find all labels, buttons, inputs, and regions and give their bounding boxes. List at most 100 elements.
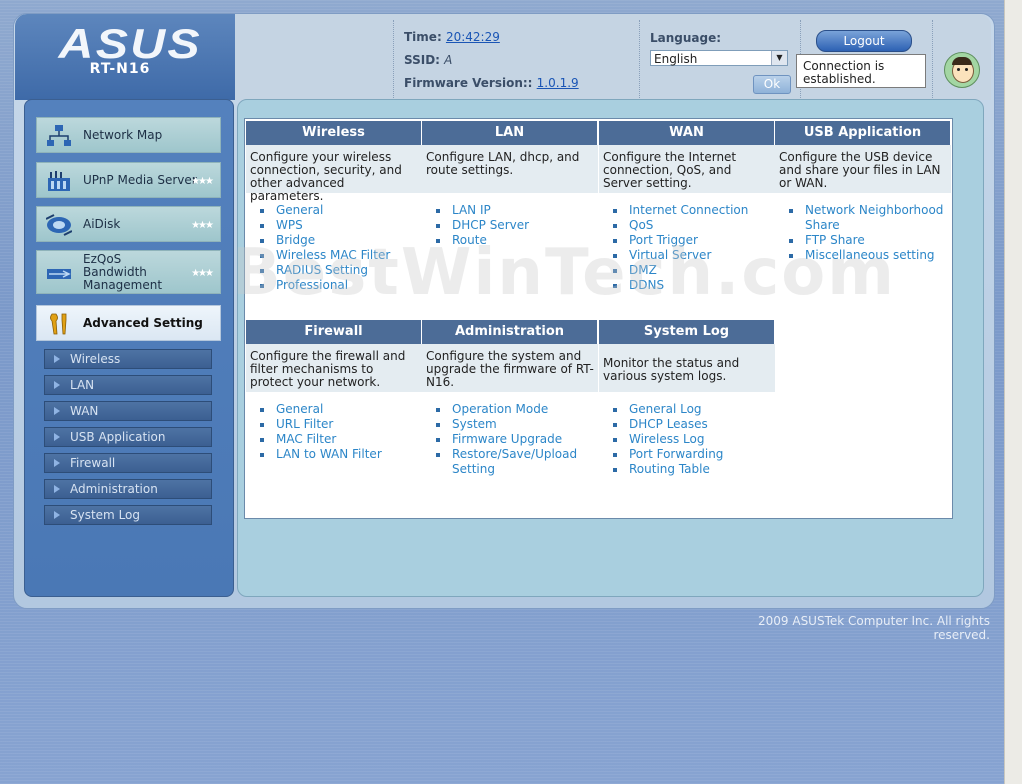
link-routing-table[interactable]: Routing Table [599, 462, 775, 477]
submenu-wan[interactable]: WAN [44, 401, 212, 421]
submenu-label: USB Application [70, 430, 166, 444]
link-general[interactable]: General [246, 203, 422, 218]
chevron-down-icon[interactable]: ▼ [771, 51, 787, 65]
submenu-lan[interactable]: LAN [44, 375, 212, 395]
header-divider [932, 20, 933, 98]
link-professional[interactable]: Professional [246, 278, 422, 293]
section-wireless: Wireless Configure your wireless connect… [246, 121, 422, 293]
triangle-right-icon [54, 381, 60, 389]
language-select[interactable]: English ▼ [650, 50, 788, 66]
wrench-icon [50, 313, 67, 335]
time-row: Time: 20:42:29 [404, 30, 500, 44]
link-lan-to-wan-filter[interactable]: LAN to WAN Filter [246, 447, 422, 462]
submenu-firewall[interactable]: Firewall [44, 453, 212, 473]
link-general[interactable]: General [246, 402, 422, 417]
section-description: Configure your wireless connection, secu… [246, 145, 422, 203]
section-title: LAN [422, 121, 598, 145]
link-wireless-log[interactable]: Wireless Log [599, 432, 775, 447]
link-dhcp-server[interactable]: DHCP Server [422, 218, 598, 233]
triangle-right-icon [54, 511, 60, 519]
menu-advanced-setting[interactable]: Advanced Setting [36, 305, 221, 341]
ssid-value: A [444, 53, 453, 67]
section-title: USB Application [775, 121, 951, 145]
section-title: Administration [422, 320, 598, 344]
section-title: Firewall [246, 320, 422, 344]
triangle-right-icon [54, 459, 60, 467]
section-wan: WAN Configure the Internet connection, Q… [599, 121, 775, 293]
link-general-log[interactable]: General Log [599, 402, 775, 417]
section-title: WAN [599, 121, 775, 145]
menu-network-map[interactable]: Network Map [36, 117, 221, 153]
link-qos[interactable]: QoS [599, 218, 775, 233]
link-firmware-upgrade[interactable]: Firmware Upgrade [422, 432, 598, 447]
triangle-right-icon [54, 433, 60, 441]
status-face-icon [944, 52, 980, 88]
link-wireless-mac-filter[interactable]: Wireless MAC Filter [246, 248, 422, 263]
link-miscellaneous-setting[interactable]: Miscellaneous setting [775, 248, 951, 263]
section-description: Monitor the status and various system lo… [599, 344, 775, 392]
link-mac-filter[interactable]: MAC Filter [246, 432, 422, 447]
link-radius-setting[interactable]: RADIUS Setting [246, 263, 422, 278]
link-route[interactable]: Route [422, 233, 598, 248]
link-dmz[interactable]: DMZ [599, 263, 775, 278]
submenu-system-log[interactable]: System Log [44, 505, 212, 525]
header-divider [639, 20, 640, 98]
network-map-icon [47, 125, 71, 146]
link-dhcp-leases[interactable]: DHCP Leases [599, 417, 775, 432]
menu-ezqos[interactable]: EzQoS Bandwidth Management ★★★ [36, 250, 221, 294]
firmware-link[interactable]: 1.0.1.9 [537, 76, 579, 90]
submenu-wireless[interactable]: Wireless [44, 349, 212, 369]
menu-label: UPnP Media Server [83, 172, 197, 187]
section-title: System Log [599, 320, 775, 344]
language-label: Language: [650, 31, 722, 45]
section-links: Internet Connection QoS Port Trigger Vir… [599, 203, 775, 293]
ezqos-icon [47, 269, 71, 279]
section-links: Network Neighborhood Share FTP Share Mis… [775, 203, 951, 263]
connection-status: Connection is established. [796, 54, 926, 88]
menu-upnp-media-server[interactable]: UPnP Media Server ★★★ [36, 162, 221, 198]
firmware-label: Firmware Version:: [404, 76, 533, 90]
submenu-label: System Log [70, 508, 140, 522]
link-url-filter[interactable]: URL Filter [246, 417, 422, 432]
triangle-right-icon [54, 407, 60, 415]
link-network-neighborhood-share[interactable]: Network Neighborhood Share [775, 203, 951, 233]
section-lan: LAN Configure LAN, dhcp, and route setti… [422, 121, 598, 248]
submenu-usb-application[interactable]: USB Application [44, 427, 212, 447]
model-name: RT-N16 [89, 61, 151, 77]
link-ftp-share[interactable]: FTP Share [775, 233, 951, 248]
triangle-right-icon [54, 355, 60, 363]
firmware-row: Firmware Version:: 1.0.1.9 [404, 76, 579, 90]
link-system[interactable]: System [422, 417, 598, 432]
section-firewall: Firewall Configure the firewall and filt… [246, 320, 422, 462]
section-description: Configure the USB device and share your … [775, 145, 951, 193]
time-link[interactable]: 20:42:29 [446, 30, 500, 44]
section-system-log: System Log Monitor the status and variou… [599, 320, 775, 477]
section-administration: Administration Configure the system and … [422, 320, 598, 477]
link-port-trigger[interactable]: Port Trigger [599, 233, 775, 248]
language-value: English [654, 52, 698, 66]
link-restore-save-upload-setting[interactable]: Restore/Save/Upload Setting [422, 447, 598, 477]
language-ok-button[interactable]: Ok [753, 75, 791, 94]
menu-aidisk[interactable]: AiDisk ★★★ [36, 206, 221, 242]
section-title: Wireless [246, 121, 422, 145]
vertical-scrollbar[interactable] [1004, 0, 1022, 784]
menu-label: EzQoS Bandwidth Management [83, 251, 163, 292]
ssid-row: SSID: A [404, 53, 452, 67]
section-links: General WPS Bridge Wireless MAC Filter R… [246, 203, 422, 293]
link-virtual-server[interactable]: Virtual Server [599, 248, 775, 263]
stars-icon: ★★★ [191, 176, 214, 187]
link-wps[interactable]: WPS [246, 218, 422, 233]
stars-icon: ★★★ [191, 220, 214, 231]
triangle-right-icon [54, 485, 60, 493]
link-ddns[interactable]: DDNS [599, 278, 775, 293]
link-operation-mode[interactable]: Operation Mode [422, 402, 598, 417]
section-links: General URL Filter MAC Filter LAN to WAN… [246, 402, 422, 462]
link-lan-ip[interactable]: LAN IP [422, 203, 598, 218]
section-usb-application: USB Application Configure the USB device… [775, 121, 951, 263]
link-internet-connection[interactable]: Internet Connection [599, 203, 775, 218]
link-bridge[interactable]: Bridge [246, 233, 422, 248]
link-port-forwarding[interactable]: Port Forwarding [599, 447, 775, 462]
header-divider [393, 20, 394, 98]
submenu-administration[interactable]: Administration [44, 479, 212, 499]
logout-button[interactable]: Logout [816, 30, 912, 52]
